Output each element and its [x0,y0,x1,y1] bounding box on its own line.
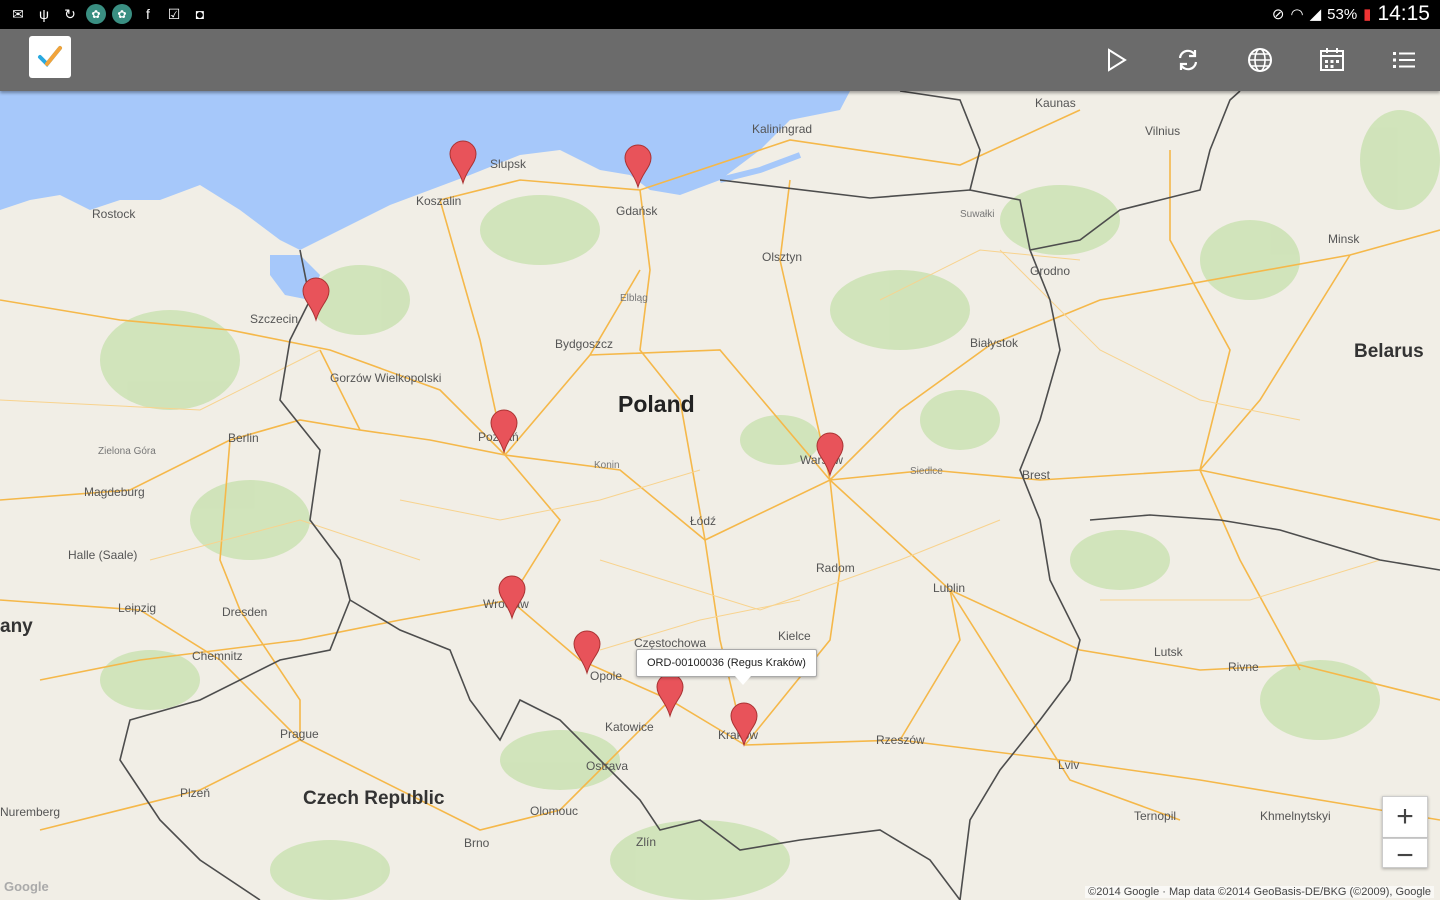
city-label: Brest [1022,468,1051,482]
app-notification-icon-2: ✿ [112,4,132,24]
system-status: ⊘ ◠ ◢ 53% ▮ 14:15 [1272,2,1430,26]
google-watermark: Google [4,879,49,894]
battery-percent: 53% [1327,5,1358,23]
country-label-belarus: Belarus [1354,341,1424,362]
city-label: Łódź [690,514,716,528]
map-view[interactable]: Kaunas Kaliningrad Vilnius Slupsk Gdańsk… [0,91,1440,900]
city-label: Siedlce [910,466,943,477]
play-button[interactable] [1096,40,1136,80]
city-label: Gdańsk [616,204,658,218]
checkbox-notification-icon: ☑ [167,5,181,22]
city-label: Prague [280,727,319,741]
checkmark-logo-icon [38,46,62,67]
action-bar [0,29,1440,91]
sync-notification-icon: ↻ [64,5,76,22]
globe-icon [1248,48,1272,72]
city-label: Olsztyn [762,250,802,264]
city-label: Plzeň [180,786,210,800]
zoom-out-button[interactable]: − [1382,838,1428,872]
battery-icon: ▮ [1363,6,1372,23]
city-label: Częstochowa [634,636,706,650]
calendar-button[interactable] [1312,40,1352,80]
city-label: Białystok [970,336,1019,350]
city-label: Lviv [1058,758,1079,772]
city-label: Gorzów Wielkopolski [330,371,441,385]
city-label: Olomouc [530,804,578,818]
city-label: Suwałki [960,209,994,220]
city-label: Bydgoszcz [555,337,613,351]
sync-button[interactable] [1168,40,1208,80]
country-label-poland: Poland [618,391,695,417]
city-label: Berlin [228,431,259,445]
usb-icon: ψ [39,6,49,22]
city-label: Rzeszów [876,733,925,747]
city-label: Chemnitz [192,649,243,663]
city-label: Opole [590,669,622,683]
city-label: Halle (Saale) [68,548,137,562]
zoom-in-button[interactable]: + [1382,796,1428,838]
city-label: Lublin [933,581,965,595]
city-label: Radom [816,561,855,575]
app-logo[interactable] [29,36,71,78]
list-icon [1393,52,1415,68]
marker-info-window[interactable]: ORD-00100036 (Regus Kraków) [636,649,817,685]
notification-icons: ✉ ψ ↻ ✿ ✿ f ☑ ◘ [8,4,210,24]
signal-icon: ◢ [1309,6,1322,23]
mute-icon: ⊘ [1271,6,1285,23]
city-label: Magdeburg [84,485,145,499]
city-label: Rivne [1228,660,1259,674]
city-label: Koszalin [416,194,461,208]
wifi-icon: ◠ [1290,6,1304,23]
map-copyright: ©2014 Google · Map data ©2014 GeoBasis-D… [1085,886,1434,898]
play-icon [1108,48,1127,72]
globe-button[interactable] [1240,40,1280,80]
app-notification-icon: ✿ [86,4,106,24]
country-label-czech-republic: Czech Republic [303,788,445,809]
city-label: Lutsk [1154,645,1184,659]
city-label: Ostrava [586,759,628,773]
city-label: Ternopil [1134,809,1176,823]
sync-icon [1178,49,1198,71]
city-label: Slupsk [490,157,527,171]
shopping-bag-icon: ◘ [195,6,205,22]
map-canvas[interactable]: Kaunas Kaliningrad Vilnius Slupsk Gdańsk… [0,91,1440,900]
city-label: Brno [464,836,490,850]
calendar-icon [1320,48,1344,71]
city-label: Kielce [778,629,811,643]
city-label: Dresden [222,605,267,619]
city-label: Grodno [1030,264,1070,278]
city-label: Leipzig [118,601,156,615]
city-label: Katowice [605,720,654,734]
mail-icon: ✉ [12,5,24,22]
facebook-icon: f [146,6,150,22]
city-label: Khmelnytskyi [1260,809,1331,823]
city-label: Nuremberg [0,805,60,819]
city-label: Kaliningrad [752,122,812,136]
city-label: Kaunas [1035,96,1076,110]
city-label: Zlín [636,835,656,849]
clock: 14:15 [1377,2,1430,25]
city-label: Zielona Góra [98,446,156,457]
city-label: Szczecin [250,312,298,326]
country-label-germany: any [0,616,33,637]
city-label: Konin [594,460,620,471]
city-label: Vilnius [1145,124,1180,138]
city-label: Rostock [92,207,136,221]
city-label: Elbląg [620,293,648,304]
city-label: Minsk [1328,232,1360,246]
status-bar: ✉ ψ ↻ ✿ ✿ f ☑ ◘ ⊘ ◠ ◢ 53% ▮ 14:15 [0,0,1440,29]
list-button[interactable] [1384,40,1424,80]
